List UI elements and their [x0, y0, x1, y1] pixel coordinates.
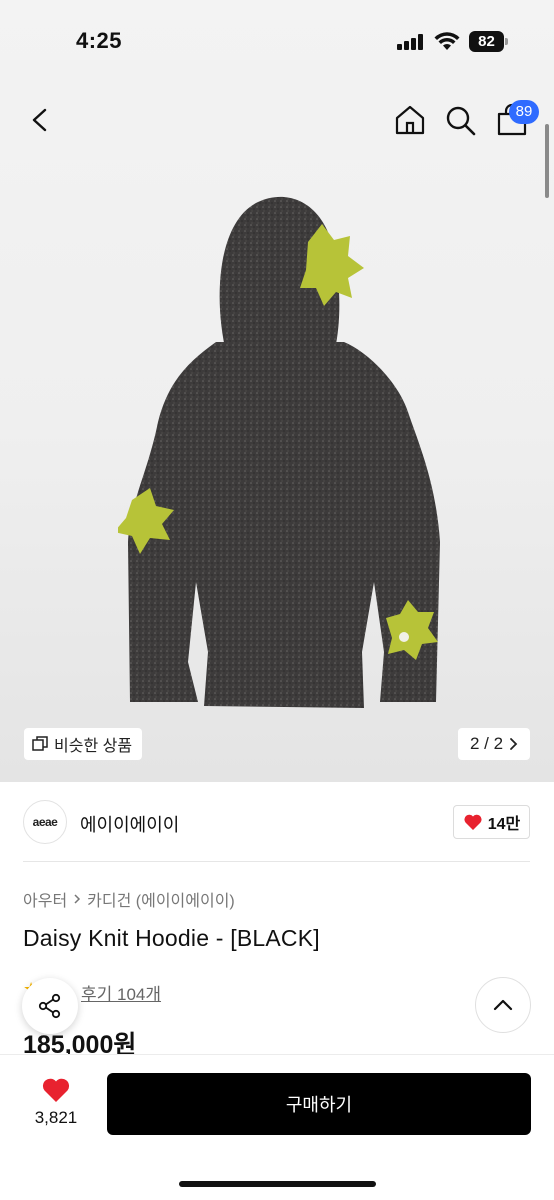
cart-count-badge: 89 [509, 100, 539, 124]
wishlist-count: 3,821 [34, 1108, 78, 1127]
brand-like-button[interactable]: 14만 [453, 805, 530, 839]
status-bar: 4:25 82 [0, 0, 554, 84]
cellular-signal-icon [397, 34, 425, 50]
similar-products-label: 비슷한 상품 [54, 738, 133, 755]
chevron-right-icon [74, 894, 81, 904]
share-icon [38, 993, 61, 1019]
back-arrow-icon[interactable] [24, 102, 58, 138]
brand-name[interactable]: 에이이에이이 [80, 811, 179, 837]
battery-level: 82 [469, 31, 504, 52]
scroll-to-top-button[interactable] [475, 977, 531, 1033]
product-photo [118, 196, 440, 708]
buy-button[interactable]: 구매하기 [107, 1073, 531, 1135]
copy-icon [32, 736, 48, 751]
brand-logo[interactable]: aeae [23, 800, 67, 844]
chevron-up-icon [493, 999, 513, 1011]
review-link[interactable]: 후기 104개 [81, 980, 161, 1005]
battery-icon: 82 [469, 31, 509, 52]
chevron-right-icon [510, 738, 518, 750]
heart-icon [42, 1078, 70, 1102]
brand-like-count: 14만 [487, 816, 521, 833]
breadcrumb: 아우터 카디건 (에이이에이이) [23, 887, 235, 911]
breadcrumb-category[interactable]: 아우터 [23, 887, 67, 911]
breadcrumb-subcategory[interactable]: 카디건 (에이이에이이) [87, 887, 235, 911]
home-icon[interactable] [393, 102, 427, 138]
wifi-icon [434, 32, 460, 50]
divider [23, 861, 530, 862]
status-time: 4:25 [76, 28, 123, 53]
gallery-page-indicator[interactable]: 2 / 2 [458, 728, 530, 760]
similar-products-button[interactable]: 비슷한 상품 [24, 728, 143, 760]
heart-icon [464, 814, 482, 830]
page-indicator-text: 2 / 2 [469, 734, 504, 753]
scrollbar-thumb[interactable] [545, 124, 549, 198]
search-icon[interactable] [443, 102, 477, 138]
home-indicator [179, 1181, 376, 1187]
product-title: Daisy Knit Hoodie - [BLACK] [23, 925, 320, 951]
